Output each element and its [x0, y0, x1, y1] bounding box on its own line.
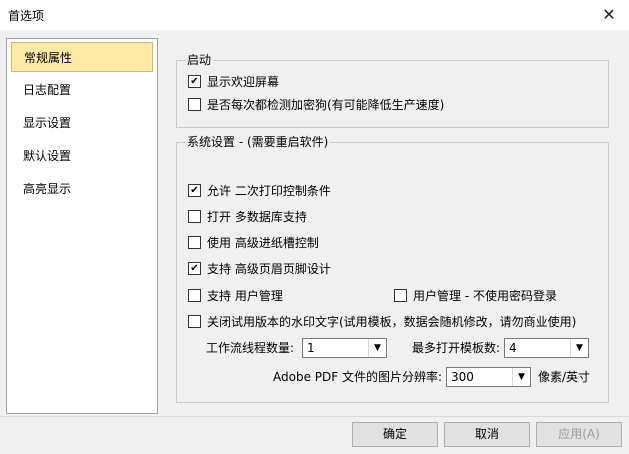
checkbox-box: ✔ — [188, 262, 201, 275]
multi-db-checkbox[interactable]: 打开 多数据库支持 — [188, 208, 307, 226]
show-welcome-label: 显示欢迎屏幕 — [207, 75, 280, 89]
watermark-checkbox[interactable]: 关闭试用版本的水印文字(试用模板，数据会随机修改，请勿商业使用) — [188, 313, 576, 331]
max-templates-value: 4 — [509, 341, 517, 355]
pdf-resolution-unit: 像素/英寸 — [538, 370, 591, 384]
workflow-threads-value: 1 — [307, 341, 315, 355]
print-conditions-checkbox[interactable]: ✔ 允许 二次打印控制条件 — [188, 182, 331, 200]
paper-slot-checkbox[interactable]: 使用 高级进纸槽控制 — [188, 234, 319, 252]
checkbox-box — [188, 98, 201, 111]
check-dongle-checkbox[interactable]: 是否每次都检测加密狗(有可能降低生产速度) — [188, 96, 444, 114]
header-footer-label: 支持 高级页眉页脚设计 — [207, 262, 331, 276]
user-mgmt-checkbox[interactable]: 支持 用户管理 — [188, 287, 283, 305]
chevron-down-icon: ▼ — [368, 339, 386, 357]
max-templates-label: 最多打开模板数: — [412, 341, 501, 355]
multi-db-label: 打开 多数据库支持 — [207, 210, 307, 224]
dialog-body: 常规属性 日志配置 显示设置 默认设置 高亮显示 启动 ✔ 显示欢迎屏幕 是否每次… — [0, 30, 629, 454]
chevron-down-icon: ▼ — [570, 339, 588, 357]
startup-group-title: 启动 — [185, 53, 214, 67]
no-password-label: 用户管理 - 不使用密码登录 — [413, 289, 557, 303]
startup-group: 启动 ✔ 显示欢迎屏幕 是否每次都检测加密狗(有可能降低生产速度) — [176, 53, 609, 128]
workflow-threads-label: 工作流线程数量: — [206, 341, 295, 355]
sidebar-item-general[interactable]: 常规属性 — [11, 42, 153, 72]
show-welcome-checkbox[interactable]: ✔ 显示欢迎屏幕 — [188, 73, 279, 91]
ok-button[interactable]: 确定 — [352, 422, 438, 447]
checkbox-box — [188, 289, 201, 302]
apply-button[interactable]: 应用(A) — [536, 422, 622, 447]
cancel-button[interactable]: 取消 — [444, 422, 530, 447]
max-templates-select[interactable]: 4 ▼ — [504, 338, 589, 358]
title-bar: 首选项 ✕ — [0, 0, 629, 30]
pdf-resolution-value: 300 — [451, 370, 474, 384]
pdf-resolution-label: Adobe PDF 文件的图片分辨率: — [273, 370, 443, 384]
checkbox-box: ✔ — [188, 75, 201, 88]
check-dongle-label: 是否每次都检测加密狗(有可能降低生产速度) — [207, 98, 445, 112]
checkbox-box — [188, 236, 201, 249]
checkbox-box — [188, 315, 201, 328]
pdf-resolution-select[interactable]: 300 ▼ — [446, 367, 531, 387]
sidebar-item-log-config[interactable]: 日志配置 — [11, 75, 153, 105]
print-conditions-label: 允许 二次打印控制条件 — [207, 184, 331, 198]
watermark-label: 关闭试用版本的水印文字(试用模板，数据会随机修改，请勿商业使用) — [207, 315, 577, 329]
sidebar: 常规属性 日志配置 显示设置 默认设置 高亮显示 — [6, 38, 158, 414]
sidebar-item-defaults[interactable]: 默认设置 — [11, 141, 153, 171]
close-icon[interactable]: ✕ — [589, 0, 629, 30]
window-title: 首选项 — [8, 9, 45, 23]
header-footer-checkbox[interactable]: ✔ 支持 高级页眉页脚设计 — [188, 260, 331, 278]
checkbox-box: ✔ — [188, 184, 201, 197]
checkbox-box — [394, 289, 407, 302]
chevron-down-icon: ▼ — [512, 368, 530, 386]
checkbox-box — [188, 210, 201, 223]
user-mgmt-label: 支持 用户管理 — [207, 289, 283, 303]
no-password-checkbox[interactable]: 用户管理 - 不使用密码登录 — [394, 287, 557, 305]
paper-slot-label: 使用 高级进纸槽控制 — [207, 236, 319, 250]
button-separator — [0, 416, 629, 417]
system-group: 系统设置 - (需要重启软件) ✔ 允许 二次打印控制条件 打开 多数据库支持 使… — [176, 135, 609, 403]
sidebar-item-display[interactable]: 显示设置 — [11, 108, 153, 138]
workflow-threads-select[interactable]: 1 ▼ — [302, 338, 387, 358]
system-group-title: 系统设置 - (需要重启软件) — [185, 135, 331, 149]
sidebar-item-highlight[interactable]: 高亮显示 — [11, 174, 153, 204]
